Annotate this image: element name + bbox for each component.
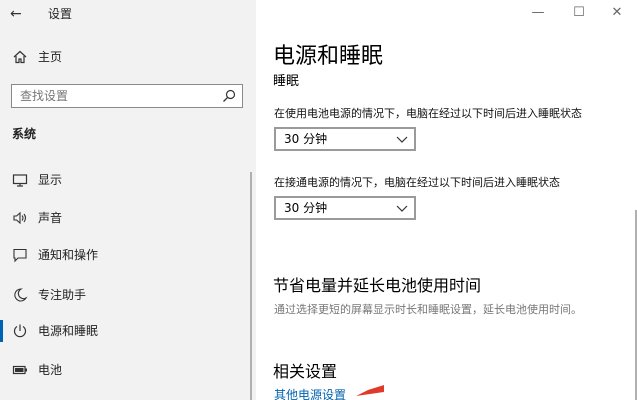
sidebar-item-label: 显示: [38, 173, 63, 187]
sidebar-item-label: 主页: [38, 50, 63, 64]
sidebar-item-label: 通知和操作: [38, 248, 99, 262]
minimize-button[interactable]: —: [518, 2, 558, 24]
maximize-button[interactable]: ☐: [559, 2, 599, 24]
sidebar-item-label: 专注助手: [38, 288, 87, 302]
battery-icon: [12, 365, 27, 375]
sidebar-item-label: 电源和睡眠: [38, 324, 99, 338]
arrow-annotation-icon: [356, 385, 384, 396]
related-settings-heading: 相关设置: [273, 362, 338, 381]
sidebar-item-power-sleep[interactable]: 电源和睡眠: [0, 316, 256, 346]
plugged-sleep-label: 在接通电源的情况下，电脑在经过以下时间后进入睡眠状态: [274, 176, 560, 189]
sidebar-item-display[interactable]: 显示: [0, 165, 256, 195]
sleep-heading: 睡眠: [273, 74, 300, 89]
focus-assist-icon: [14, 288, 28, 302]
sidebar: ← 设置 主页 系统 显示: [0, 0, 256, 400]
section-title: 系统: [12, 127, 37, 141]
settings-window: ← 设置 主页 系统 显示: [0, 0, 637, 400]
sidebar-item-label: 电池: [38, 363, 63, 377]
search-input[interactable]: [12, 85, 220, 107]
sidebar-item-battery[interactable]: 电池: [0, 355, 256, 385]
battery-sleep-label: 在使用电池电源的情况下，电脑在经过以下时间后进入睡眠状态: [274, 107, 582, 120]
battery-sleep-select[interactable]: 30 分钟: [274, 127, 416, 151]
close-button[interactable]: ✕: [597, 2, 637, 24]
chevron-down-icon: [396, 205, 408, 212]
home-icon: [13, 50, 27, 64]
chevron-down-icon: [396, 136, 408, 143]
plugged-sleep-select[interactable]: 30 分钟: [274, 196, 416, 220]
select-value: 30 分钟: [284, 201, 328, 215]
title-bar: ← 设置: [0, 0, 256, 28]
notifications-icon: [13, 248, 27, 263]
sidebar-item-notifications[interactable]: 通知和操作: [0, 240, 256, 270]
page-title: 电源和睡眠: [273, 44, 384, 69]
sidebar-scrollbar[interactable]: [250, 172, 252, 400]
sidebar-item-label: 声音: [38, 211, 63, 225]
sidebar-item-sound[interactable]: 声音: [0, 203, 256, 233]
active-indicator: [0, 320, 3, 342]
main-content: — ☐ ✕ 电源和睡眠 睡眠 在使用电池电源的情况下，电脑在经过以下时间后进入睡…: [256, 0, 637, 400]
save-power-heading: 节省电量并延长电池使用时间: [273, 276, 482, 295]
app-title: 设置: [48, 7, 73, 21]
other-power-settings-link[interactable]: 其他电源设置: [274, 388, 346, 400]
sound-icon: [13, 211, 27, 225]
save-power-description: 通过选择更短的屏幕显示时长和睡眠设置，延长电池使用时间。: [274, 303, 582, 316]
power-sleep-icon: [13, 324, 27, 338]
search-box[interactable]: [11, 84, 243, 108]
search-icon[interactable]: [222, 89, 236, 103]
display-icon: [12, 174, 28, 187]
sidebar-item-focus-assist[interactable]: 专注助手: [0, 280, 256, 310]
back-button[interactable]: ←: [10, 6, 26, 22]
sidebar-item-home[interactable]: 主页: [0, 42, 256, 72]
select-value: 30 分钟: [284, 132, 328, 146]
